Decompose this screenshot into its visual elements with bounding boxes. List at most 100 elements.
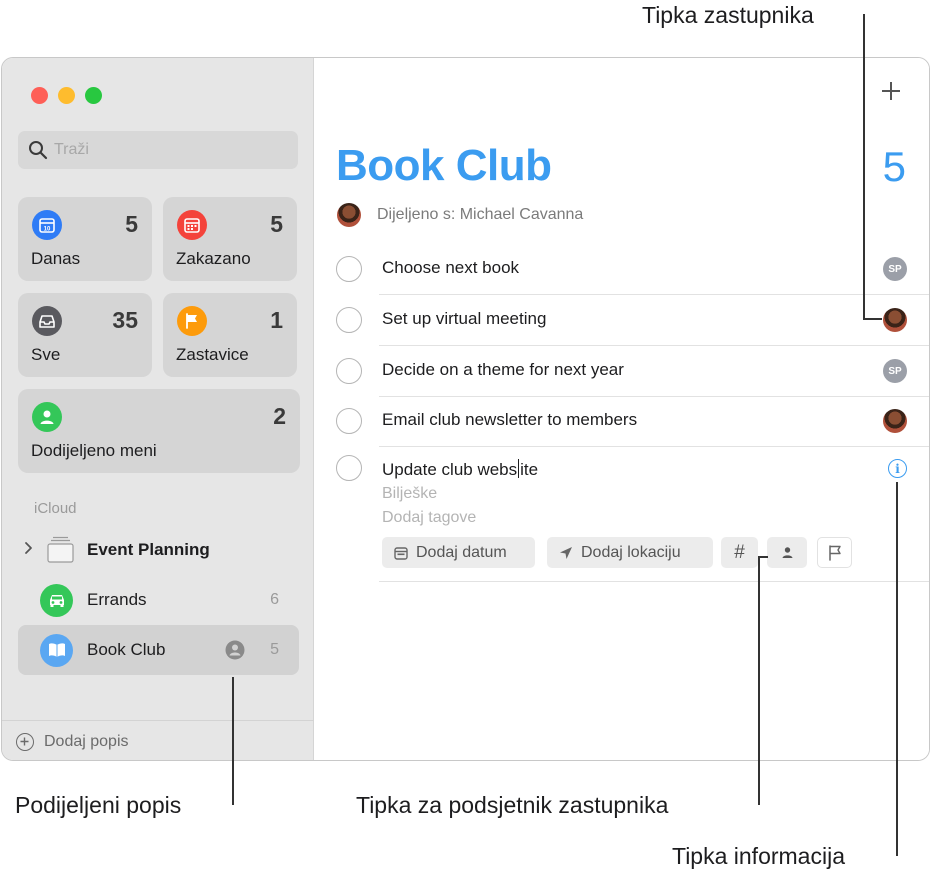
reminder-title[interactable]: Set up virtual meeting xyxy=(382,309,546,329)
sidebar-item-label: Book Club xyxy=(87,640,166,659)
callout-info-button: Tipka informacija xyxy=(672,843,845,869)
completion-checkbox[interactable] xyxy=(336,455,362,481)
sidebar-item-errands[interactable]: Errands 6 xyxy=(18,575,299,625)
assigned-count: 2 xyxy=(273,403,286,429)
sidebar-item-count: 6 xyxy=(270,591,279,608)
reminder-row[interactable]: Decide on a theme for next year SP xyxy=(336,346,929,397)
person-icon xyxy=(32,402,62,432)
flag-outline-icon xyxy=(828,544,841,561)
svg-text:10: 10 xyxy=(44,227,51,233)
assigned-label: Dodijeljeno meni xyxy=(31,441,157,460)
notes-field[interactable]: Bilješke xyxy=(382,485,437,503)
all-count: 35 xyxy=(112,307,138,333)
plus-circle-icon xyxy=(16,732,34,751)
calendar-today-icon: 10 xyxy=(32,210,62,240)
add-tag-button[interactable]: # xyxy=(721,537,758,568)
today-count: 5 xyxy=(125,211,138,237)
text-cursor xyxy=(518,459,520,478)
assignee-avatar[interactable] xyxy=(883,409,907,433)
list-detail: Book Club 5 Dijeljeno s: Michael Cavanna… xyxy=(314,58,929,760)
add-reminder-button[interactable] xyxy=(876,76,906,106)
callout-line xyxy=(896,482,898,856)
tray-icon xyxy=(32,306,62,336)
assignee-avatar[interactable] xyxy=(883,308,907,332)
all-label: Sve xyxy=(31,345,61,364)
title-text-before-cursor: Update club webs xyxy=(382,460,518,479)
reminder-title[interactable]: Email club newsletter to members xyxy=(382,410,637,430)
close-window-button[interactable] xyxy=(31,87,48,104)
page-title: Book Club xyxy=(336,141,552,190)
smart-list-today[interactable]: 10 5 Danas xyxy=(18,197,152,281)
sidebar: 10 5 Danas 5 Zakazano 35 Sve 1 xyxy=(2,58,314,760)
reminder-title-input[interactable]: Update club webs ite xyxy=(382,459,538,480)
callout-line xyxy=(232,677,234,805)
reminders-window: 10 5 Danas 5 Zakazano 35 Sve 1 xyxy=(1,57,930,761)
location-arrow-icon xyxy=(559,546,573,560)
plus-icon xyxy=(882,82,900,100)
smart-list-assigned-to-me[interactable]: 2 Dodijeljeno meni xyxy=(18,389,300,473)
sidebar-item-label: Event Planning xyxy=(87,540,210,559)
reminder-row-editing[interactable]: Update club webs ite Bilješke Dodaj tagov… xyxy=(336,448,929,582)
window-controls xyxy=(31,87,102,104)
flag-button[interactable] xyxy=(817,537,852,568)
add-location-button[interactable]: Dodaj lokaciju xyxy=(547,537,713,568)
calendar-icon xyxy=(394,546,408,560)
avatar xyxy=(337,203,361,227)
assignee-avatar[interactable]: SP xyxy=(883,257,907,281)
completion-checkbox[interactable] xyxy=(336,358,362,384)
reminder-row[interactable]: Email club newsletter to members xyxy=(336,396,929,447)
list-count: 5 xyxy=(882,143,906,190)
today-label: Danas xyxy=(31,249,81,268)
folder-group-icon xyxy=(44,534,77,567)
tags-field[interactable]: Dodaj tagove xyxy=(382,509,476,527)
add-date-button[interactable]: Dodaj datum xyxy=(382,537,535,568)
zoom-window-button[interactable] xyxy=(85,87,102,104)
flag-icon xyxy=(177,306,207,336)
callout-assign-reminder-button: Tipka za podsjetnik zastupnika xyxy=(356,792,669,818)
car-icon xyxy=(40,583,73,617)
minimize-window-button[interactable] xyxy=(58,87,75,104)
calendar-scheduled-icon xyxy=(177,210,207,240)
flagged-label: Zastavice xyxy=(176,345,249,364)
add-list-button[interactable]: Dodaj popis xyxy=(2,720,314,760)
search-icon xyxy=(28,140,48,160)
callout-line xyxy=(863,318,882,320)
callout-line xyxy=(863,14,865,320)
sidebar-item-event-planning[interactable]: Event Planning xyxy=(18,525,299,575)
reminder-row[interactable]: Choose next book SP xyxy=(336,244,929,295)
reminder-title[interactable]: Choose next book xyxy=(382,258,519,278)
completion-checkbox[interactable] xyxy=(336,408,362,434)
smart-list-scheduled[interactable]: 5 Zakazano xyxy=(163,197,297,281)
flagged-count: 1 xyxy=(270,307,283,333)
assign-reminder-button[interactable] xyxy=(767,537,807,568)
info-button[interactable]: i xyxy=(888,459,907,478)
shared-with-row[interactable]: Dijeljeno s: Michael Cavanna xyxy=(337,203,583,227)
callout-assignee-button: Tipka zastupnika xyxy=(642,2,814,28)
completion-checkbox[interactable] xyxy=(336,256,362,282)
person-icon xyxy=(782,547,792,558)
callout-line xyxy=(758,556,760,805)
shared-with-label: Dijeljeno s: Michael Cavanna xyxy=(377,206,584,223)
add-date-label: Dodaj datum xyxy=(416,543,507,561)
add-list-label: Dodaj popis xyxy=(44,732,129,750)
search-input[interactable] xyxy=(54,141,284,159)
book-icon xyxy=(40,633,73,667)
reminder-title[interactable]: Decide on a theme for next year xyxy=(382,360,624,380)
callout-line xyxy=(758,556,768,558)
sidebar-item-label: Errands xyxy=(87,590,147,609)
completion-checkbox[interactable] xyxy=(336,307,362,333)
shared-person-icon xyxy=(225,640,245,665)
smart-list-all[interactable]: 35 Sve xyxy=(18,293,152,377)
chevron-right-icon[interactable] xyxy=(24,541,34,560)
callout-shared-list: Podijeljeni popis xyxy=(15,792,182,818)
assignee-avatar[interactable]: SP xyxy=(883,359,907,383)
scheduled-count: 5 xyxy=(270,211,283,237)
scheduled-label: Zakazano xyxy=(176,249,251,268)
title-text-after-cursor: ite xyxy=(520,460,539,479)
row-separator xyxy=(379,581,929,582)
reminder-row[interactable]: Set up virtual meeting xyxy=(336,295,929,346)
add-location-label: Dodaj lokaciju xyxy=(581,543,681,561)
sidebar-item-book-club[interactable]: Book Club 5 xyxy=(18,625,299,675)
smart-list-flagged[interactable]: 1 Zastavice xyxy=(163,293,297,377)
search-field[interactable] xyxy=(18,131,298,169)
